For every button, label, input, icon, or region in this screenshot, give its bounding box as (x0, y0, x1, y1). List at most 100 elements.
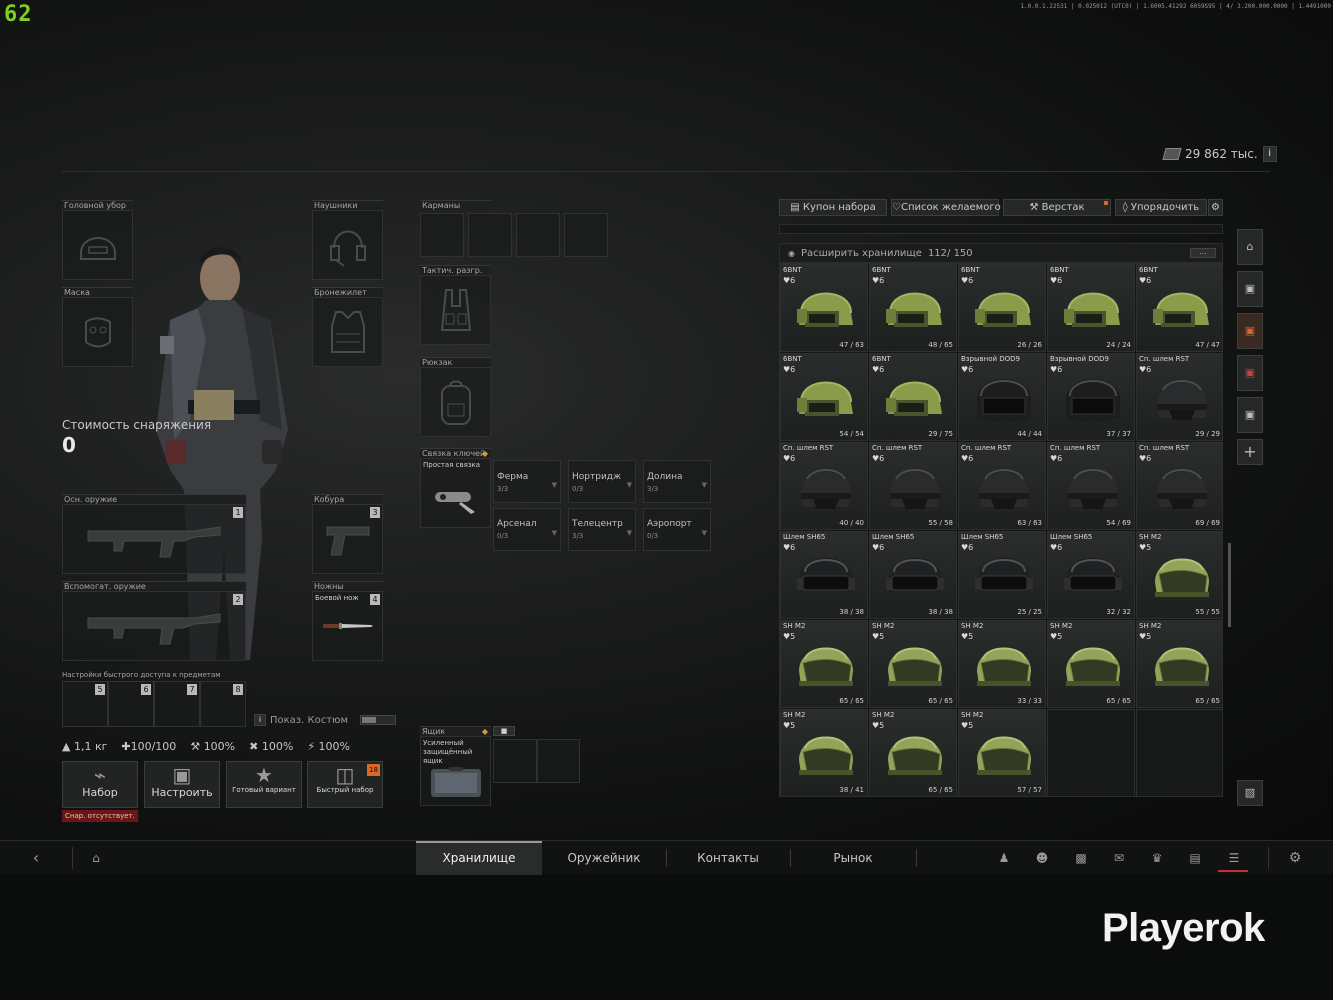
more-button[interactable]: ... (1190, 248, 1216, 258)
tasks-icon[interactable]: ☰ (1226, 850, 1242, 866)
box-cell[interactable] (493, 739, 537, 783)
pocket-slot[interactable] (516, 213, 560, 257)
toggle-switch[interactable] (359, 715, 396, 725)
stash-item[interactable]: 6BNT ♥6 29 / 75 (869, 353, 957, 441)
profile-icon[interactable]: ☻ (1034, 850, 1050, 866)
stash-home-tab[interactable]: ⌂ (1237, 229, 1263, 265)
money-info-button[interactable]: i (1262, 146, 1277, 162)
item-durability: 38 / 38 (839, 608, 864, 616)
tab-market[interactable]: Рынок (790, 841, 916, 875)
key-slot[interactable]: Нортридж 0/3 ▼ (568, 460, 636, 503)
stash-item[interactable]: 6BNT ♥6 47 / 63 (780, 264, 868, 352)
stash-item[interactable]: SH M2 ♥5 65 / 65 (1047, 620, 1135, 708)
pocket-slot[interactable] (564, 213, 608, 257)
mask-slot[interactable]: Маска (62, 287, 133, 367)
stash-tab-3[interactable]: ▣ (1237, 313, 1263, 349)
key-slot[interactable]: Долина 3/3 ▼ (643, 460, 711, 503)
stash-tab-5[interactable]: ▣ (1237, 397, 1263, 433)
settings-small-button[interactable]: ⚙ (1208, 199, 1223, 216)
stash-item[interactable]: SH M2 ♥5 65 / 65 (780, 620, 868, 708)
headphones-slot[interactable]: Наушники (312, 200, 383, 280)
box-tab-icon[interactable]: ■ (493, 726, 515, 736)
trophy-icon[interactable]: ♛ (1149, 850, 1165, 866)
box-slot[interactable]: Ящик ◆ Усиленный защищённый ящик (420, 726, 491, 806)
workbench-button[interactable]: ⚒ Верстак (1003, 199, 1111, 216)
key-slot[interactable]: Арсенал 0/3 ▼ (493, 508, 561, 551)
armor-slot[interactable]: Бронежилет (312, 287, 383, 367)
empty-stash-cell[interactable] (1047, 709, 1135, 796)
mail-icon[interactable]: ✉ (1111, 850, 1127, 866)
stash-item[interactable]: 6BNT ♥6 47 / 47 (1136, 264, 1222, 352)
empty-stash-cell[interactable] (1136, 709, 1222, 796)
pocket-slot[interactable] (468, 213, 512, 257)
add-stash-tab-button[interactable]: + (1237, 439, 1263, 465)
sort-button[interactable]: ◊ Упорядочить (1115, 199, 1207, 216)
stash-item[interactable]: Шлем SH65 ♥6 38 / 38 (780, 531, 868, 619)
ready-preset-button[interactable]: ★ Готовый вариант (226, 761, 302, 808)
kit-button[interactable]: ⌁ Набор (62, 761, 138, 808)
stash-item[interactable]: 6BNT ♥6 26 / 26 (958, 264, 1046, 352)
stash-item[interactable]: SH M2 ♥5 57 / 57 (958, 709, 1046, 796)
expand-stash-bar[interactable]: ◉ Расширить хранилище 112/ 150 ... (779, 243, 1223, 263)
stash-item[interactable]: Взрывной DOD9 ♥6 37 / 37 (1047, 353, 1135, 441)
stash-item[interactable]: SH M2 ♥5 65 / 65 (869, 709, 957, 796)
stash-item[interactable]: Сп. шлем RST ♥6 55 / 58 (869, 442, 957, 530)
quick-slot-5[interactable]: 5 (62, 681, 108, 727)
tab-armory[interactable]: Оружейник (542, 841, 666, 875)
quick-slot-8[interactable]: 8 (200, 681, 246, 727)
keyring-slot[interactable]: Связка ключей ◆ Простая связка (420, 448, 491, 528)
stash-item[interactable]: Шлем SH65 ♥6 32 / 32 (1047, 531, 1135, 619)
stash-item[interactable]: Сп. шлем RST ♥6 63 / 63 (958, 442, 1046, 530)
settings-gear-icon[interactable]: ⚙ (1287, 850, 1303, 866)
key-slot[interactable]: Телецентр 3/3 ▼ (568, 508, 636, 551)
holster-slot[interactable]: Кобура 3 (312, 494, 383, 574)
stash-item[interactable]: Сп. шлем RST ♥6 40 / 40 (780, 442, 868, 530)
stash-filter-button[interactable]: ▧ (1237, 780, 1263, 806)
primary-weapon-slot[interactable]: Осн. оружие 1 (62, 494, 246, 574)
stash-scrollbar[interactable] (1228, 543, 1231, 627)
knife-slot[interactable]: Ножны Боевой нож 4 (312, 581, 383, 661)
rig-slot[interactable]: Тактич. разгр. (420, 265, 491, 345)
tab-stash[interactable]: Хранилище (416, 841, 542, 875)
stash-item[interactable]: Сп. шлем RST ♥6 29 / 29 (1136, 353, 1222, 441)
stash-item[interactable]: 6BNT ♥6 24 / 24 (1047, 264, 1135, 352)
stash-item[interactable]: SH M2 ♥5 38 / 41 (780, 709, 868, 796)
quick-kit-button[interactable]: 18 ◫ Быстрый набор (307, 761, 383, 808)
stash-item[interactable]: SH M2 ♥5 65 / 65 (869, 620, 957, 708)
stash-item[interactable]: Сп. шлем RST ♥6 54 / 69 (1047, 442, 1135, 530)
pocket-slot[interactable] (420, 213, 464, 257)
stash-item[interactable]: Шлем SH65 ♥6 25 / 25 (958, 531, 1046, 619)
stash-tab-2[interactable]: ▣ (1237, 271, 1263, 307)
info-icon[interactable]: i (254, 714, 266, 726)
stash-item[interactable]: Сп. шлем RST ♥6 69 / 69 (1136, 442, 1222, 530)
stash-item[interactable]: SH M2 ♥5 65 / 65 (1136, 620, 1222, 708)
wishlist-button[interactable]: ♡Список желаемого (891, 199, 1001, 216)
key-slot[interactable]: Ферма 3/3 ▼ (493, 460, 561, 503)
stash-item[interactable]: Взрывной DOD9 ♥6 44 / 44 (958, 353, 1046, 441)
tab-contacts[interactable]: Контакты (666, 841, 790, 875)
home-icon[interactable]: ⌂ (88, 850, 104, 866)
friends-icon[interactable]: ♟ (996, 850, 1012, 866)
stash-item[interactable]: 6BNT ♥6 48 / 65 (869, 264, 957, 352)
back-icon[interactable]: ‹ (28, 850, 44, 866)
quick-slot-7[interactable]: 7 (154, 681, 200, 727)
secondary-weapon-slot[interactable]: Вспомогат. оружие 2 (62, 581, 246, 661)
quick-slot-6[interactable]: 6 (108, 681, 154, 727)
item-name: Сп. шлем RST (1050, 444, 1101, 452)
headwear-slot[interactable]: Головной убор (62, 200, 133, 280)
backpack-slot[interactable]: Рюкзак (420, 357, 491, 437)
key-slot[interactable]: Аэропорт 0/3 ▼ (643, 508, 711, 551)
kit-coupon-button[interactable]: ▤ Купон набора (779, 199, 887, 216)
show-costume-toggle[interactable]: i Показ. Костюм (254, 714, 396, 726)
configure-button[interactable]: ▣ Настроить (144, 761, 220, 808)
health-stat: ✚100/100 (121, 740, 177, 753)
chat-icon[interactable]: ▩ (1073, 850, 1089, 866)
stash-item[interactable]: Шлем SH65 ♥6 38 / 38 (869, 531, 957, 619)
stash-tab-4[interactable]: ▣ (1237, 355, 1263, 391)
notes-icon[interactable]: ▤ (1187, 850, 1203, 866)
box-cell[interactable] (536, 739, 580, 783)
stash-item[interactable]: SH M2 ♥5 33 / 33 (958, 620, 1046, 708)
item-name: Сп. шлем RST (1139, 444, 1190, 452)
stash-item[interactable]: SH M2 ♥5 55 / 55 (1136, 531, 1222, 619)
stash-item[interactable]: 6BNT ♥6 54 / 54 (780, 353, 868, 441)
